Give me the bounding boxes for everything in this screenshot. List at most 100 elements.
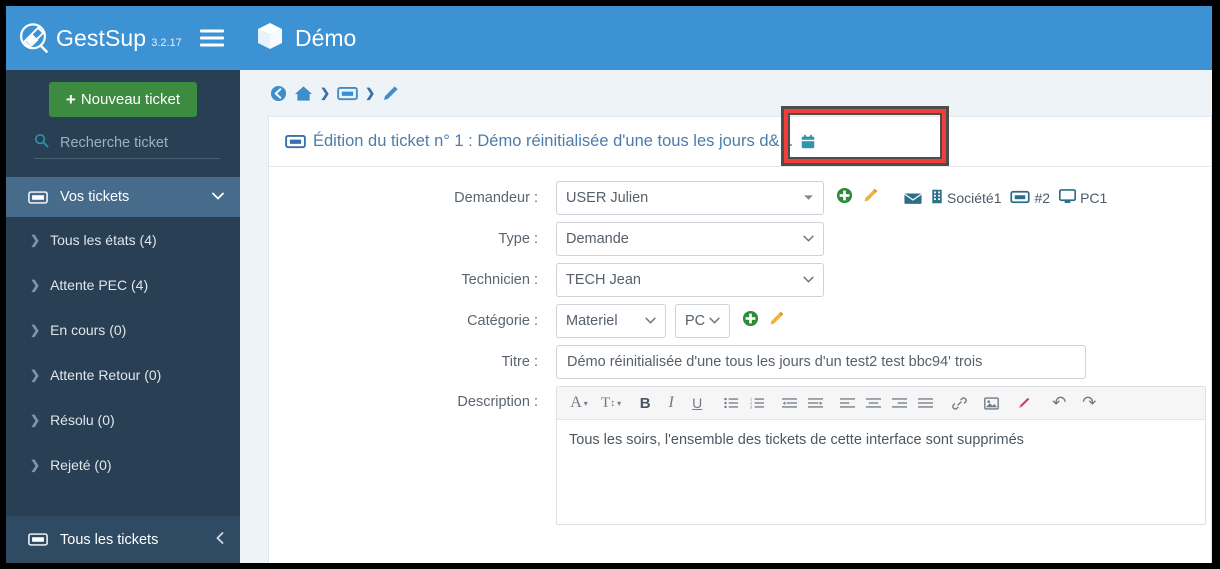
pencil-icon[interactable] <box>382 85 399 102</box>
main-content: Démo ❯ ❯ Édition du ticket n° 1: Démo r… <box>240 6 1212 563</box>
pencil-edit-icon[interactable] <box>862 187 879 209</box>
technicien-label: Technicien : <box>461 272 538 288</box>
description-text[interactable]: Tous les soirs, l'ensemble des tickets d… <box>557 420 1205 524</box>
home-icon[interactable] <box>294 85 313 102</box>
pencil-edit-icon[interactable] <box>768 310 785 332</box>
computer-meta[interactable]: PC1 <box>1059 189 1107 207</box>
new-ticket-label: Nouveau ticket <box>80 91 181 108</box>
chevron-down-icon <box>803 192 814 204</box>
ticket-icon <box>1010 190 1031 207</box>
image-icon[interactable] <box>978 390 1004 416</box>
undo-icon[interactable]: ↶ <box>1046 390 1072 416</box>
form-row-categorie: Catégorie : Materiel PC <box>269 304 1211 338</box>
sidebar-section-label: Vos tickets <box>60 189 130 205</box>
chevron-down-icon <box>212 191 224 203</box>
type-label: Type : <box>498 231 539 247</box>
bullet-list-icon[interactable] <box>718 390 744 416</box>
chevron-right-icon: ❯ <box>30 277 41 292</box>
search-input[interactable] <box>58 133 220 152</box>
svg-text:3: 3 <box>750 405 752 409</box>
form-row-titre: Titre : <box>269 345 1211 379</box>
titre-input[interactable] <box>556 345 1086 379</box>
chevron-right-icon: ❯ <box>30 322 41 337</box>
bold-icon[interactable]: B <box>632 390 658 416</box>
back-arrow-icon[interactable] <box>270 85 287 102</box>
page-title: Démo <box>295 24 357 51</box>
font-size-icon[interactable]: T ↕ ▾ <box>598 390 624 416</box>
sidebar-section-vos-tickets[interactable]: Vos tickets <box>6 177 240 217</box>
add-circle-icon[interactable] <box>836 187 853 209</box>
cube-icon <box>256 21 284 56</box>
ticket-icon <box>28 190 48 205</box>
sidebar-item-tous-les-etats[interactable]: ❯ Tous les états (4) <box>6 217 240 262</box>
sidebar-item-attente-retour[interactable]: ❯ Attente Retour (0) <box>6 352 240 397</box>
technicien-select[interactable]: TECH Jean <box>556 263 824 297</box>
panel-header: Édition du ticket n° 1 : Démo réinitiali… <box>269 117 1211 167</box>
breadcrumb: ❯ ❯ <box>240 70 1212 116</box>
chevron-left-icon <box>216 532 224 547</box>
sidebar-item-label: Rejeté (0) <box>50 456 112 473</box>
sidebar-item-rejete[interactable]: ❯ Rejeté (0) <box>6 442 240 487</box>
chevron-down-icon <box>709 315 720 327</box>
brand-version: 3.2.17 <box>151 36 182 49</box>
indent-icon[interactable] <box>802 390 828 416</box>
panel-title: Édition du ticket n° 1 : Démo réinitiali… <box>313 132 794 150</box>
chevron-right-icon: ❯ <box>30 367 41 382</box>
align-center-icon[interactable] <box>860 390 886 416</box>
breadcrumb-separator: ❯ <box>320 86 331 100</box>
company-label: Société1 <box>947 190 1002 206</box>
align-right-icon[interactable] <box>886 390 912 416</box>
sidebar-item-tous-les-tickets[interactable]: Tous les tickets <box>6 516 240 563</box>
numbered-list-icon[interactable]: 1 2 3 <box>744 390 770 416</box>
redo-icon[interactable]: ↷ <box>1076 390 1102 416</box>
monitor-icon <box>1059 189 1077 207</box>
demandeur-label: Demandeur : <box>454 190 538 206</box>
sidebar-item-resolu[interactable]: ❯ Résolu (0) <box>6 397 240 442</box>
chevron-right-icon: ❯ <box>30 232 41 247</box>
outdent-icon[interactable] <box>776 390 802 416</box>
envelope-icon[interactable] <box>904 192 922 205</box>
ticket-icon[interactable] <box>337 86 358 101</box>
calendar-icon[interactable] <box>800 134 816 150</box>
form-row-description: Description : A ▾ T ↕ ▾ B I U 1 2 3 ↶ ↷ … <box>269 386 1211 525</box>
sidebar-item-label: Attente PEC (4) <box>50 276 149 293</box>
sidebar-item-en-cours[interactable]: ❯ En cours (0) <box>6 307 240 352</box>
demandeur-select[interactable]: USER Julien <box>556 181 824 215</box>
underline-icon[interactable]: U <box>684 390 710 416</box>
chevron-right-icon: ❯ <box>30 457 41 472</box>
add-circle-icon[interactable] <box>742 310 759 332</box>
categorie-value-2: PC <box>685 313 706 329</box>
form-row-technicien: Technicien : TECH Jean <box>269 263 1211 297</box>
categorie-select-1[interactable]: Materiel <box>556 304 666 338</box>
company-meta[interactable]: Société1 <box>931 189 1001 207</box>
demandeur-value: USER Julien <box>566 190 649 206</box>
categorie-actions <box>742 310 785 332</box>
building-icon <box>931 189 943 207</box>
ticket-ref-meta[interactable]: #2 <box>1010 190 1050 207</box>
editor-toolbar: A ▾ T ↕ ▾ B I U 1 2 3 ↶ ↷ <box>557 387 1205 420</box>
sidebar-item-attente-pec[interactable]: ❯ Attente PEC (4) <box>6 262 240 307</box>
type-select[interactable]: Demande <box>556 222 824 256</box>
italic-icon[interactable]: I <box>658 390 684 416</box>
marker-icon[interactable] <box>1010 390 1036 416</box>
hamburger-menu-icon[interactable] <box>200 29 224 47</box>
ticket-icon <box>285 134 306 149</box>
sidebar-item-label: En cours (0) <box>50 321 127 338</box>
description-label: Description : <box>457 394 538 410</box>
search-icon <box>34 133 49 152</box>
new-ticket-container: + Nouveau ticket <box>6 70 240 117</box>
categorie-select-2[interactable]: PC <box>675 304 730 338</box>
sidebar-item-label: Tous les états (4) <box>50 231 157 248</box>
ticket-ref-label: #2 <box>1034 190 1051 206</box>
computer-label: PC1 <box>1080 190 1108 206</box>
align-justify-icon[interactable] <box>912 390 938 416</box>
technicien-value: TECH Jean <box>566 272 641 288</box>
link-icon[interactable] <box>946 390 972 416</box>
demandeur-actions: Société1 #2 PC1 <box>836 187 1107 209</box>
brand-header: GestSup 3.2.17 <box>6 6 240 70</box>
font-color-icon[interactable]: A ▾ <box>566 390 592 416</box>
type-value: Demande <box>566 231 629 247</box>
sidebar-bottom-label: Tous les tickets <box>60 531 159 548</box>
align-left-icon[interactable] <box>834 390 860 416</box>
new-ticket-button[interactable]: + Nouveau ticket <box>48 82 198 117</box>
